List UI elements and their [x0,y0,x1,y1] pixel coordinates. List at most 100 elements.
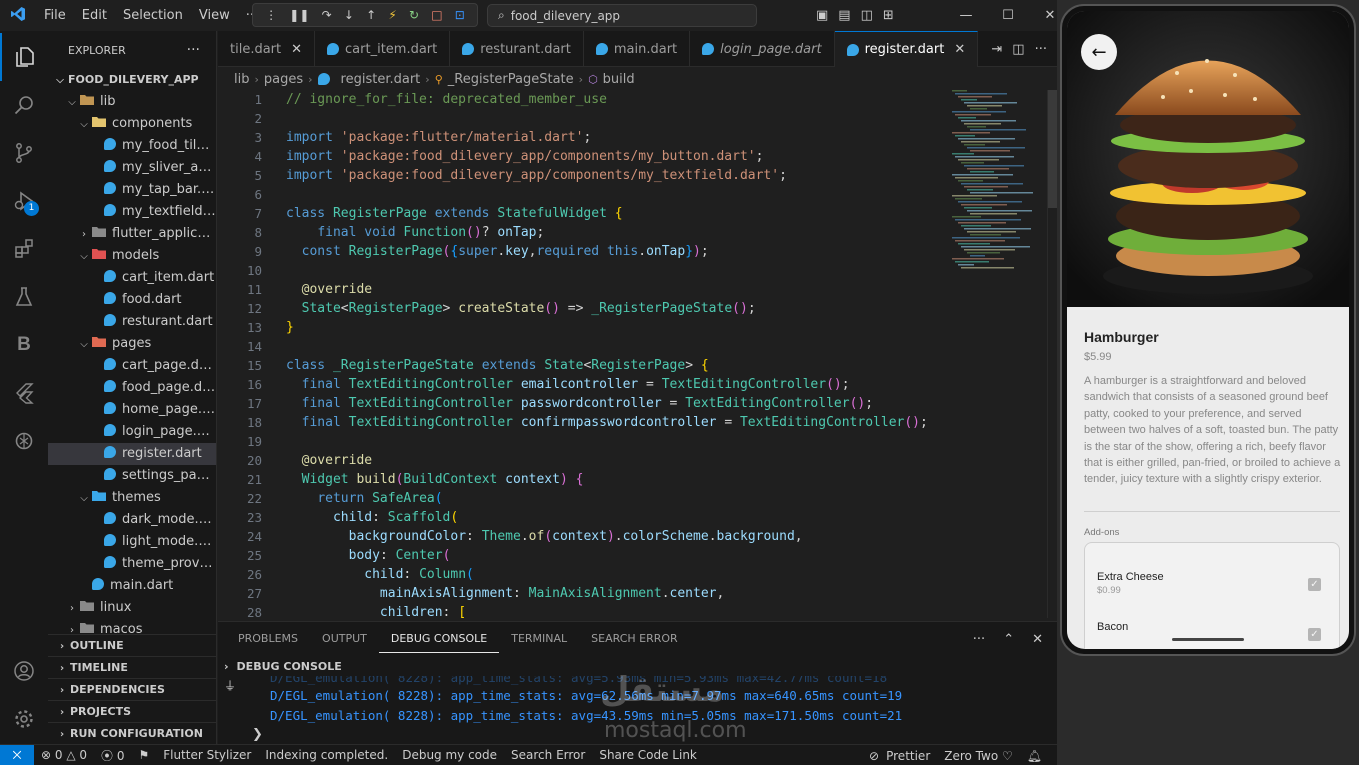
toggle-panel-icon[interactable]: ▤ [838,8,850,23]
menu-file[interactable]: File [36,0,74,31]
breadcrumb-pages[interactable]: pages [264,72,303,87]
bookmarks-b-icon[interactable]: B [0,321,48,369]
tree-folder-item[interactable]: ⌵ models [48,245,216,267]
tree-folder-item[interactable]: ⌵ lib [48,91,216,113]
restart-icon[interactable]: ↻ [409,8,419,22]
tree-file-item[interactable]: light_mode.dart [48,531,216,553]
tab-main-dart[interactable]: main.dart [584,31,691,67]
extensions-icon[interactable] [0,225,48,273]
panel-tab-search-error[interactable]: SEARCH ERROR [579,622,690,656]
code-editor[interactable]: 1 2 3 4 5 6 7 8 9 10 11 12 13 14 15 16 17 18 19 20 21 22 23 24 2… [218,90,1057,618]
menu-edit[interactable]: Edit [74,0,115,31]
tree-folder-item[interactable]: ⌵ pages [48,333,216,355]
tree-folder-item[interactable]: ⌵ components [48,113,216,135]
problems-status[interactable]: ⊗ 0 △ 0 [34,748,94,762]
more-actions-icon[interactable]: ··· [1035,42,1047,57]
menu-view[interactable]: View [191,0,238,31]
section-timeline[interactable]: › TIMELINE [48,656,216,678]
chatgpt-icon[interactable] [0,417,48,465]
maximize-panel-icon[interactable]: ⌃ [1003,632,1014,647]
tree-file-item[interactable]: my_tap_bar.dart [48,179,216,201]
remote-indicator-icon[interactable]: ⨉ [0,744,34,765]
open-changes-icon[interactable]: ⇥ [991,42,1002,57]
addon-extra-cheese[interactable]: Extra Cheese $0.99 [1097,571,1164,596]
section-run-configuration[interactable]: › RUN CONFIGURATION [48,722,216,744]
stop-icon[interactable]: □ [431,8,442,22]
tree-file-item[interactable]: main.dart [48,575,216,597]
maximize-icon[interactable]: ☐ [987,8,1029,23]
breadcrumb-class[interactable]: _RegisterPageState [448,72,574,87]
step-over-icon[interactable]: ↷ [322,8,332,22]
tree-file-item[interactable]: cart_item.dart [48,267,216,289]
addon-bacon[interactable]: Bacon [1097,621,1128,633]
console-input-prompt[interactable]: ❯ [252,727,263,742]
tree-folder-item[interactable]: › flutter_applicati... [48,223,216,245]
debug-console-header[interactable]: › DEBUG CONSOLE [218,656,1057,676]
tree-folder-item[interactable]: › linux [48,597,216,619]
tab-resturant-dart[interactable]: resturant.dart [450,31,584,67]
more-actions-icon[interactable]: ··· [973,632,985,647]
settings-gear-icon[interactable] [0,695,48,743]
toggle-secondary-sidebar-icon[interactable]: ◫ [861,8,873,23]
tree-file-item[interactable]: login_page.dart [48,421,216,443]
tree-folder-item[interactable]: ⌵ themes [48,487,216,509]
section-outline[interactable]: › OUTLINE [48,634,216,656]
section-dependencies[interactable]: › DEPENDENCIES [48,678,216,700]
split-editor-icon[interactable]: ◫ [1012,42,1024,57]
tree-file-item[interactable]: my_textfield.dart [48,201,216,223]
search-activity-icon[interactable] [0,81,48,129]
tree-file-item[interactable]: settings_page.... [48,465,216,487]
tree-file-item[interactable]: home_page.dart [48,399,216,421]
tree-file-item[interactable]: dark_mode.dart [48,509,216,531]
notifications-bell-icon[interactable]: 🔔︎ [1020,749,1049,763]
breadcrumb-lib[interactable]: lib [234,72,249,87]
panel-tab-terminal[interactable]: TERMINAL [499,622,579,656]
addon-checkbox[interactable]: ✓ [1308,578,1321,591]
status-search-error[interactable]: Search Error [504,748,592,762]
status-debug-my-code[interactable]: Debug my code [395,748,504,762]
status-zero-two[interactable]: Zero Two ♡ [937,749,1020,763]
status-prettier[interactable]: Prettier [886,749,937,763]
tab-tile-dart[interactable]: tile.dart ✕ [218,31,316,67]
step-out-icon[interactable]: ↑ [366,8,376,22]
flutter-icon[interactable] [0,369,48,417]
more-actions-icon[interactable]: ··· [187,42,200,58]
code-lines[interactable]: // ignore_for_file: deprecated_member_us… [286,90,946,618]
tree-file-item[interactable]: register.dart [48,443,216,465]
tab-login-page-dart[interactable]: login_page.dart [690,31,835,67]
explorer-icon[interactable] [0,33,48,81]
hot-reload-icon[interactable]: ⚡ [388,8,396,22]
tree-file-item[interactable]: my_food_tile.d... [48,135,216,157]
menu-selection[interactable]: Selection [115,0,191,31]
tab-cart-item-dart[interactable]: cart_item.dart [315,31,451,67]
tree-file-item[interactable]: cart_page.dart [48,355,216,377]
toggle-sidebar-icon[interactable]: ▣ [816,8,828,23]
breadcrumb-method[interactable]: build [603,72,635,87]
debug-launch-icon[interactable]: ⚑ [131,748,156,762]
source-control-icon[interactable] [0,129,48,177]
tab-register-dart[interactable]: register.dart ✕ [834,31,979,67]
tree-file-item[interactable]: theme_provide... [48,553,216,575]
step-into-icon[interactable]: ↓ [344,8,354,22]
minimap[interactable] [948,90,1048,290]
run-debug-icon[interactable]: 1 [0,177,48,225]
tree-file-item[interactable]: food.dart [48,289,216,311]
addon-checkbox[interactable]: ✓ [1308,628,1321,641]
pause-icon[interactable]: ❚❚ [289,8,309,22]
close-window-icon[interactable]: ✕ [1029,8,1057,23]
section-projects[interactable]: › PROJECTS [48,700,216,722]
ports-status[interactable]: ⦿ 0 [94,747,131,764]
panel-tab-debug-console[interactable]: DEBUG CONSOLE [378,626,500,653]
minimize-icon[interactable]: — [945,8,987,23]
close-icon[interactable]: ✕ [291,42,302,57]
testing-icon[interactable] [0,273,48,321]
scrollbar-thumb[interactable] [1048,90,1057,208]
customize-layout-icon[interactable]: ⊞ [883,8,894,23]
tree-file-item[interactable]: food_page.dart [48,377,216,399]
tree-file-item[interactable]: my_sliver_app_... [48,157,216,179]
editor-scrollbar[interactable] [1047,90,1057,618]
close-icon[interactable]: ✕ [954,42,965,57]
accounts-icon[interactable] [0,647,48,695]
tree-file-item[interactable]: resturant.dart [48,311,216,333]
status-share-code-link[interactable]: Share Code Link [592,748,704,762]
